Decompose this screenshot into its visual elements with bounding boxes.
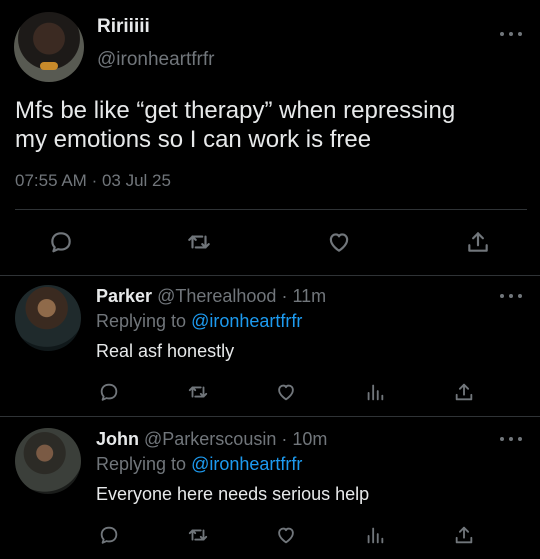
timestamp[interactable]: 07:55 AM · 03 Jul 25 [15,171,171,191]
reply-icon[interactable] [98,524,120,546]
replying-to: Replying to @ironheartfrfr [96,311,302,332]
divider [0,416,540,417]
reply-text: Everyone here needs serious help [96,484,370,504]
tweet-text-line: my emotions so I can work is free [15,126,372,153]
handle[interactable]: @Parkerscousin [144,429,276,449]
avatar[interactable] [14,12,84,82]
retweet-icon[interactable] [187,524,209,546]
like-icon[interactable] [275,381,297,403]
reply-time[interactable]: · 10m [281,429,327,449]
views-icon[interactable] [364,381,386,403]
more-icon[interactable] [500,435,522,443]
separator-dot: · [91,171,98,190]
tweet-text-line: Mfs be like “get therapy” when repressin… [15,97,456,124]
divider [0,275,540,276]
mention-link[interactable]: @ironheartfrfr [191,311,302,331]
display-name[interactable]: Ririiiii [97,16,150,38]
reply-icon[interactable] [48,229,74,255]
mention-link[interactable]: @ironheartfrfr [191,454,302,474]
avatar[interactable] [15,285,81,351]
more-icon[interactable] [500,30,522,38]
views-icon[interactable] [364,524,386,546]
tweet-time: 07:55 AM [15,171,87,190]
display-name[interactable]: Parker [96,286,152,306]
share-icon[interactable] [465,229,491,255]
replying-to: Replying to @ironheartfrfr [96,454,302,475]
tweet-text: Mfs be like “get therapy” when repressin… [15,96,455,154]
reply-header: John @Parkerscousin · 10m [96,429,327,450]
replying-label: Replying to [96,454,187,474]
share-icon[interactable] [453,524,475,546]
share-icon[interactable] [453,381,475,403]
handle[interactable]: @Therealhood [157,286,276,306]
more-icon[interactable] [500,292,522,300]
retweet-icon[interactable] [187,381,209,403]
divider [15,209,527,210]
reply-text: Real asf honestly [96,341,235,361]
retweet-icon[interactable] [186,229,212,255]
like-icon[interactable] [275,524,297,546]
reply-header: Parker @Therealhood · 11m [96,286,326,307]
avatar[interactable] [15,428,81,494]
replying-label: Replying to [96,311,187,331]
display-name[interactable]: John [96,429,139,449]
reply-time[interactable]: · 11m [281,286,326,306]
tweet-date: 03 Jul 25 [101,171,171,190]
like-icon[interactable] [326,229,352,255]
handle[interactable]: @ironheartfrfr [97,49,215,71]
reply-icon[interactable] [98,381,120,403]
